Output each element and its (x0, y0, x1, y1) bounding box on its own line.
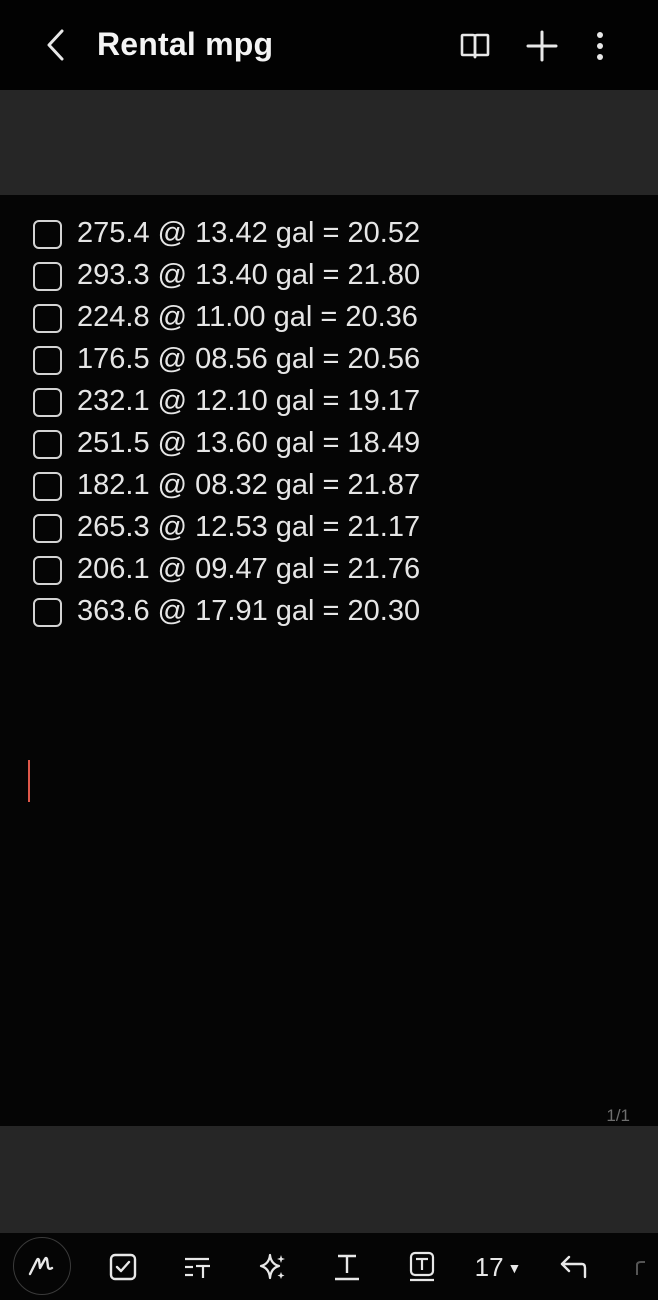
caret-down-icon: ▼ (507, 1260, 522, 1276)
paragraph-style-icon (185, 1257, 210, 1278)
handwriting-button[interactable] (13, 1237, 71, 1295)
app-header: Rental mpg (0, 0, 658, 90)
chevron-left-icon (47, 29, 64, 61)
list-item: 275.4 @ 13.42 gal = 20.52 (0, 213, 658, 255)
undo-icon (560, 1255, 587, 1279)
list-item: 363.6 @ 17.91 gal = 20.30 (0, 591, 658, 633)
list-item: 293.3 @ 13.40 gal = 21.80 (0, 255, 658, 297)
list-item-text[interactable]: 363.6 @ 17.91 gal = 20.30 (77, 595, 420, 628)
list-item: 182.1 @ 08.32 gal = 21.87 (0, 465, 658, 507)
paragraph-style-button[interactable] (170, 1239, 226, 1295)
list-item: 176.5 @ 08.56 gal = 20.56 (0, 339, 658, 381)
partial-icon (636, 1261, 645, 1275)
text-box-icon (409, 1251, 435, 1282)
checkbox[interactable] (33, 472, 62, 501)
more-options-button[interactable] (578, 24, 622, 68)
text-format-icon (335, 1254, 359, 1281)
checkbox[interactable] (33, 430, 62, 459)
checkbox[interactable] (33, 220, 62, 249)
text-cursor (28, 760, 30, 802)
plus-icon (526, 30, 558, 62)
note-title[interactable]: Rental mpg (97, 26, 273, 63)
ai-sparkle-icon (259, 1253, 285, 1280)
list-item-text[interactable]: 232.1 @ 12.10 gal = 19.17 (77, 385, 420, 418)
list-item-text[interactable]: 176.5 @ 08.56 gal = 20.56 (77, 343, 420, 376)
list-item-text[interactable]: 251.5 @ 13.60 gal = 18.49 (77, 427, 420, 460)
checkbox[interactable] (33, 262, 62, 291)
list-item: 206.1 @ 09.47 gal = 21.76 (0, 549, 658, 591)
checklist: 275.4 @ 13.42 gal = 20.52 293.3 @ 13.40 … (0, 213, 658, 633)
checkbox[interactable] (33, 304, 62, 333)
list-item-text[interactable]: 182.1 @ 08.32 gal = 21.87 (77, 469, 420, 502)
notes-app: Rental mpg 275.4 @ 13.42 gal = 20.52 293… (0, 0, 658, 1300)
checklist-button[interactable] (95, 1239, 151, 1295)
text-format-button[interactable] (319, 1239, 375, 1295)
checkbox[interactable] (33, 598, 62, 627)
footer-band (0, 1126, 658, 1233)
list-item: 251.5 @ 13.60 gal = 18.49 (0, 423, 658, 465)
list-item-text[interactable]: 265.3 @ 12.53 gal = 21.17 (77, 511, 420, 544)
more-tools-button[interactable] (625, 1239, 655, 1295)
checkbox[interactable] (33, 346, 62, 375)
font-size-value: 17 (474, 1251, 504, 1282)
text-box-button[interactable] (394, 1239, 450, 1295)
list-item-text[interactable]: 293.3 @ 13.40 gal = 21.80 (77, 259, 420, 292)
add-button[interactable] (520, 24, 564, 68)
reading-mode-button[interactable] (453, 24, 497, 68)
checkbox[interactable] (33, 556, 62, 585)
back-button[interactable] (36, 24, 76, 66)
undo-button[interactable] (545, 1239, 601, 1295)
handwriting-pen-icon (28, 1256, 54, 1276)
list-item: 265.3 @ 12.53 gal = 21.17 (0, 507, 658, 549)
header-band (0, 90, 658, 195)
more-vertical-icon (597, 32, 603, 60)
book-open-icon (460, 33, 490, 59)
ai-assist-button[interactable] (245, 1239, 301, 1295)
checkbox[interactable] (33, 388, 62, 417)
font-size-dropdown[interactable]: 17 ▼ (466, 1239, 530, 1295)
list-item: 224.8 @ 11.00 gal = 20.36 (0, 297, 658, 339)
checklist-icon (109, 1253, 137, 1281)
list-item-text[interactable]: 206.1 @ 09.47 gal = 21.76 (77, 553, 420, 586)
list-item-text[interactable]: 224.8 @ 11.00 gal = 20.36 (77, 301, 418, 334)
editor-toolbar: 17 ▼ (0, 1233, 658, 1300)
checkbox[interactable] (33, 514, 62, 543)
list-item-text[interactable]: 275.4 @ 13.42 gal = 20.52 (77, 217, 420, 250)
page-indicator: 1/1 (606, 1106, 630, 1125)
list-item: 232.1 @ 12.10 gal = 19.17 (0, 381, 658, 423)
